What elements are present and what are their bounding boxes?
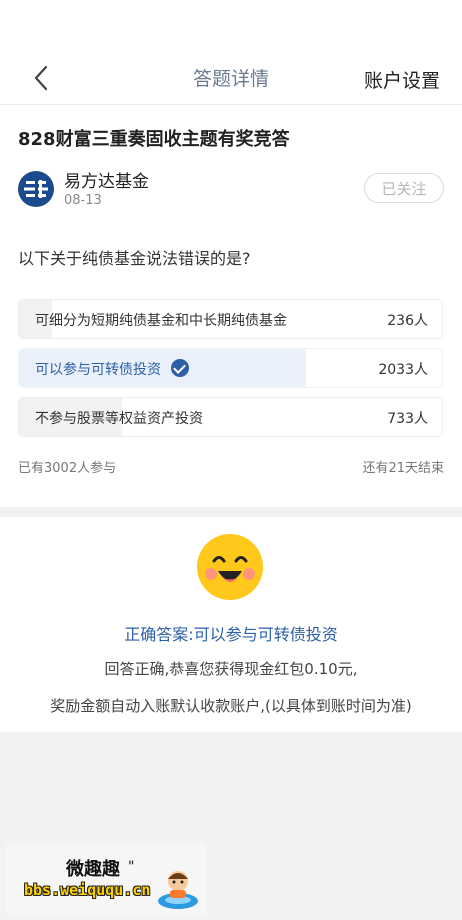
quiz-card: 828财富三重奏固收主题有奖竞答 易方达基金 08-13 已关注 以下关于纯债基… <box>0 105 462 507</box>
correct-answer: 正确答案:可以参与可转债投资 <box>124 625 338 644</box>
reward-message: 回答正确,恭喜您获得现金红包0.10元, <box>104 660 358 678</box>
option-3-label: 不参与股票等权益资产投资 <box>35 411 203 427</box>
participant-count: 已有3002人参与 <box>18 461 117 476</box>
option-3-count: 733人 <box>387 411 428 427</box>
event-title: 828财富三重奏固收主题有奖竞答 <box>18 129 290 150</box>
follow-button[interactable]: 已关注 <box>364 173 444 203</box>
watermark-url: bbs.weiququ.cn <box>24 881 151 899</box>
watermark-title: 微趣趣 <box>66 859 120 880</box>
result-panel: 正确答案:可以参与可转债投资 回答正确,恭喜您获得现金红包0.10元, 奖励金额… <box>0 517 462 732</box>
watermark: 微趣趣 " bbs.weiququ.cn <box>6 843 206 915</box>
option-2-label: 可以参与可转债投资 <box>35 362 161 378</box>
watermark-mascot-icon <box>158 871 198 909</box>
option-1-count: 236人 <box>387 313 428 329</box>
top-nav-bar: 答题详情 账户设置 <box>0 0 462 105</box>
option-3: 不参与股票等权益资产投资 733人 <box>18 397 443 437</box>
watermark-mark: " <box>128 859 135 875</box>
publish-date: 08-13 <box>64 193 102 208</box>
smiley-face-icon <box>197 534 263 600</box>
question-text: 以下关于纯债基金说法错误的是? <box>18 249 251 268</box>
option-2: 可以参与可转债投资 2033人 <box>18 348 443 388</box>
reward-note: 奖励金额自动入账默认收款账户,(以具体到账时间为准) <box>50 697 412 715</box>
publisher-logo-icon[interactable] <box>18 171 54 207</box>
option-1-label: 可细分为短期纯债基金和中长期纯债基金 <box>35 313 287 329</box>
correct-check-icon <box>171 359 189 377</box>
time-remaining: 还有21天结束 <box>362 461 444 476</box>
option-2-count: 2033人 <box>378 362 428 378</box>
option-1: 可细分为短期纯债基金和中长期纯债基金 236人 <box>18 299 443 339</box>
publisher-name[interactable]: 易方达基金 <box>64 167 149 192</box>
account-settings-link[interactable]: 账户设置 <box>364 66 440 93</box>
